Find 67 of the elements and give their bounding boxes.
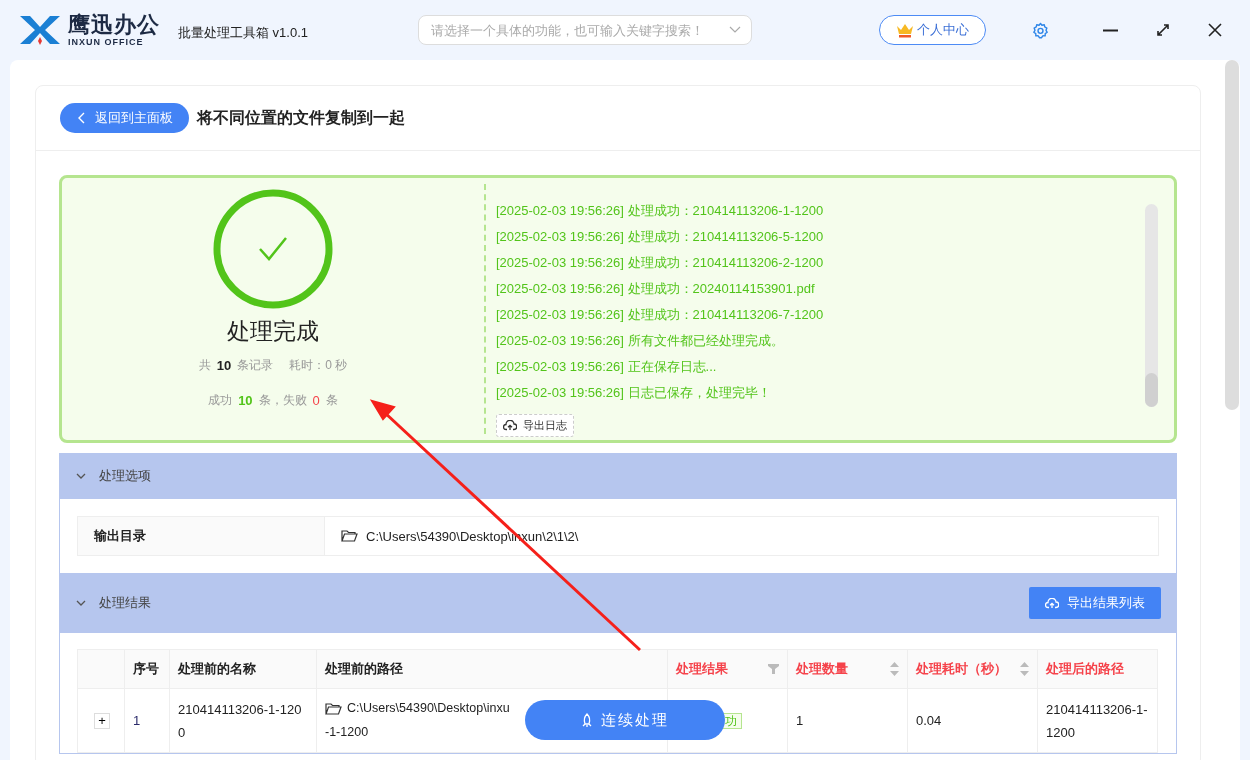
column-header: 处理前的名称 bbox=[169, 649, 317, 689]
cloud-upload-icon bbox=[1045, 597, 1059, 609]
folder-icon bbox=[325, 701, 342, 716]
filter-icon[interactable] bbox=[768, 664, 779, 674]
user-center-button[interactable]: 个人中心 bbox=[879, 15, 986, 45]
elapsed-time: 耗时：0 秒 bbox=[289, 357, 348, 374]
app-title: 批量处理工具箱 v1.0.1 bbox=[178, 24, 309, 42]
back-button[interactable]: 返回到主面板 bbox=[60, 103, 189, 133]
log-line: [2025-02-03 19:56:26] 正在保存日志... bbox=[496, 358, 718, 376]
maximize-icon[interactable] bbox=[1156, 23, 1170, 37]
brand-subtitle: INXUN OFFICE bbox=[68, 37, 145, 47]
failed-count: 0 bbox=[312, 393, 320, 408]
column-header[interactable]: 处理耗时（秒） bbox=[907, 649, 1038, 689]
path-text: -1-1200 bbox=[325, 725, 369, 739]
export-results-button[interactable]: 导出结果列表 bbox=[1029, 587, 1161, 619]
scrollbar-thumb[interactable] bbox=[1225, 60, 1239, 410]
column-header: 处理后的路径 bbox=[1037, 649, 1158, 689]
options-section-header[interactable]: 处理选项 bbox=[60, 453, 1176, 499]
log-line: [2025-02-03 19:56:26] 处理成功：210414113206-1-1200 bbox=[496, 202, 824, 220]
failed-label: 条，失败 bbox=[258, 392, 307, 409]
results-section-header[interactable]: 处理结果 导出结果列表 bbox=[60, 573, 1176, 633]
table-cell: 210414113206-1-1200 bbox=[1037, 688, 1158, 753]
settings-icon[interactable] bbox=[1032, 21, 1049, 39]
close-icon[interactable] bbox=[1208, 23, 1222, 37]
sort-icon[interactable] bbox=[890, 662, 899, 676]
section-title: 处理选项 bbox=[99, 467, 151, 485]
minimize-icon[interactable] bbox=[1103, 28, 1118, 32]
log-scrollbar-thumb[interactable] bbox=[1145, 373, 1158, 407]
sort-icon[interactable] bbox=[1020, 662, 1029, 676]
records-label: 条记录 bbox=[237, 357, 274, 374]
total-count: 10 bbox=[216, 358, 232, 373]
logo-icon bbox=[18, 13, 62, 47]
path-text: C:\Users\54390\Desktop\inxu bbox=[347, 700, 510, 717]
completion-title: 处理完成 bbox=[227, 317, 319, 346]
log-line: [2025-02-03 19:56:26] 处理成功：210414113206-5-1200 bbox=[496, 228, 824, 246]
section-title: 处理结果 bbox=[99, 594, 151, 612]
chevron-left-icon bbox=[78, 112, 85, 124]
dropdown-chevron-icon bbox=[729, 26, 742, 34]
folder-icon bbox=[341, 529, 358, 543]
success-label: 成功 bbox=[208, 392, 233, 409]
column-header: 序号 bbox=[124, 649, 170, 689]
records-unit: 条 bbox=[325, 392, 338, 409]
column-header[interactable]: 处理结果 bbox=[667, 649, 788, 689]
brand-name: 鹰迅办公 bbox=[68, 13, 160, 36]
table-cell: 1 bbox=[787, 688, 908, 753]
log-line: [2025-02-03 19:56:26] 日志已保存，处理完毕！ bbox=[496, 384, 772, 402]
log-line: [2025-02-03 19:56:26] 处理成功：210414113206-2-1200 bbox=[496, 254, 824, 272]
log-scrollbar[interactable] bbox=[1145, 204, 1158, 407]
crown-icon bbox=[896, 22, 914, 38]
page-title: 将不同位置的文件复制到一起 bbox=[197, 107, 405, 128]
total-label: 共 bbox=[198, 357, 211, 374]
continue-button[interactable]: 连续处理 bbox=[525, 700, 725, 740]
expand-row-button[interactable]: + bbox=[94, 712, 110, 729]
log-line: [2025-02-03 19:56:26] 处理成功：20240114153901.pdf bbox=[496, 280, 816, 298]
column-header: 处理前的路径 bbox=[316, 649, 668, 689]
export-log-button[interactable]: 导出日志 bbox=[496, 414, 574, 437]
cloud-upload-icon bbox=[503, 420, 517, 431]
success-count: 10 bbox=[238, 393, 253, 408]
log-line: [2025-02-03 19:56:26] 所有文件都已经处理完成。 bbox=[496, 332, 785, 350]
option-label: 输出目录 bbox=[78, 517, 325, 555]
success-check-icon bbox=[212, 188, 334, 310]
table-cell: 210414113206-1-1200 bbox=[169, 688, 317, 753]
table-cell: 0.04 bbox=[907, 688, 1038, 753]
log-line: [2025-02-03 19:56:26] 处理成功：210414113206-7-1200 bbox=[496, 306, 824, 324]
rocket-icon bbox=[581, 712, 593, 728]
table-cell: 1 bbox=[124, 688, 170, 753]
column-header[interactable]: 处理数量 bbox=[787, 649, 908, 689]
